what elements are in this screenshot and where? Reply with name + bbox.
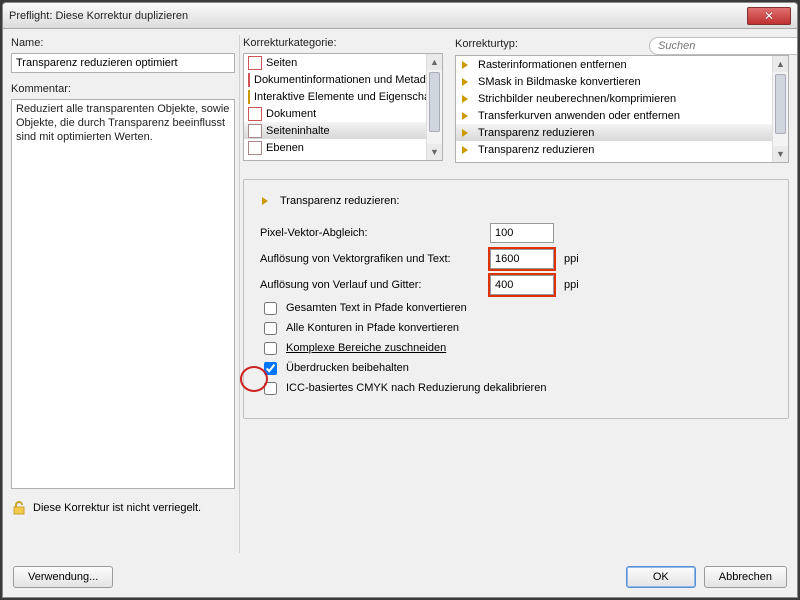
lock-row: Diese Korrektur ist nicht verriegelt. <box>11 500 235 516</box>
dialog-window: Preflight: Diese Korrektur duplizieren ✕… <box>2 2 798 598</box>
page-icon <box>248 73 250 87</box>
checkbox-row[interactable]: Gesamten Text in Pfade konvertieren <box>260 298 772 318</box>
name-label: Name: <box>11 37 235 49</box>
list-item[interactable]: Strichbilder neuberechnen/komprimieren <box>456 90 772 107</box>
search-input[interactable] <box>649 37 798 55</box>
right-area: Korrekturkategorie: Seiten Dokumentinfor… <box>243 37 789 553</box>
close-button[interactable]: ✕ <box>747 7 791 25</box>
layer-icon <box>248 141 262 155</box>
preserve-overprint-checkbox[interactable] <box>264 362 277 375</box>
list-item[interactable]: Ebenen <box>244 139 426 156</box>
arrow-icon <box>460 92 474 106</box>
arrow-icon <box>460 126 474 140</box>
params-panel: Transparenz reduzieren: Pixel-Vektor-Abg… <box>243 179 789 419</box>
params-title: Transparenz reduzieren: <box>280 195 399 207</box>
vector-res-input[interactable] <box>490 249 554 269</box>
outlines-to-paths-checkbox[interactable] <box>264 322 277 335</box>
scrollbar[interactable]: ▲▼ <box>772 56 788 162</box>
comment-label: Kommentar: <box>11 83 235 95</box>
arrow-icon <box>460 109 474 123</box>
content-icon <box>248 124 262 138</box>
gradient-res-input[interactable] <box>490 275 554 295</box>
arrow-icon <box>460 143 474 157</box>
unlock-icon <box>11 500 27 516</box>
category-list[interactable]: Seiten Dokumentinformationen und Metadat… <box>243 53 443 161</box>
checkbox-row[interactable]: Alle Konturen in Pfade konvertieren <box>260 318 772 338</box>
param-label: Auflösung von Vektorgrafiken und Text: <box>260 253 490 265</box>
cancel-button[interactable]: Abbrechen <box>704 566 787 588</box>
icc-cmyk-checkbox[interactable] <box>264 382 277 395</box>
unit-label: ppi <box>564 253 579 265</box>
interactive-icon <box>248 90 250 104</box>
list-item[interactable]: Dokumentinformationen und Metadaten <box>244 71 426 88</box>
category-label: Korrekturkategorie: <box>243 37 443 49</box>
checkbox-row[interactable]: ICC-basiertes CMYK nach Reduzierung deka… <box>260 378 772 398</box>
comment-textarea[interactable]: Reduziert alle transparenten Objekte, so… <box>11 99 235 489</box>
type-label: Korrekturtyp: <box>455 38 649 50</box>
list-item[interactable]: SMask in Bildmaske konvertieren <box>456 73 772 90</box>
clip-complex-checkbox[interactable] <box>264 342 277 355</box>
text-to-paths-checkbox[interactable] <box>264 302 277 315</box>
list-item[interactable]: Transferkurven anwenden oder entfernen <box>456 107 772 124</box>
unit-label: ppi <box>564 279 579 291</box>
pixel-vector-input[interactable] <box>490 223 554 243</box>
ok-button[interactable]: OK <box>626 566 696 588</box>
page-icon <box>248 56 262 70</box>
type-list[interactable]: Rasterinformationen entfernen SMask in B… <box>455 55 789 163</box>
arrow-icon <box>460 58 474 72</box>
list-item[interactable]: Rasterinformationen entfernen <box>456 56 772 73</box>
scrollbar[interactable]: ▲▼ <box>426 54 442 160</box>
list-item[interactable]: Seiten <box>244 54 426 71</box>
checkbox-row[interactable]: Überdrucken beibehalten <box>260 358 772 378</box>
titlebar: Preflight: Diese Korrektur duplizieren ✕ <box>3 3 797 29</box>
document-icon <box>248 107 262 121</box>
usage-button[interactable]: Verwendung... <box>13 566 113 588</box>
list-item[interactable]: Transparenz reduzieren <box>456 124 772 141</box>
left-column: Name: Kommentar: Reduziert alle transpar… <box>11 37 235 553</box>
arrow-icon <box>260 194 274 208</box>
list-item[interactable]: Interaktive Elemente und Eigenschaften <box>244 88 426 105</box>
separator <box>239 35 240 553</box>
list-item[interactable]: Dokument <box>244 105 426 122</box>
lock-text: Diese Korrektur ist nicht verriegelt. <box>33 502 201 514</box>
checkbox-row[interactable]: Komplexe Bereiche zuschneiden <box>260 338 772 358</box>
list-item[interactable]: Seiteninhalte <box>244 122 426 139</box>
param-label: Pixel-Vektor-Abgleich: <box>260 227 490 239</box>
name-input[interactable] <box>11 53 235 73</box>
arrow-icon <box>460 75 474 89</box>
param-label: Auflösung von Verlauf und Gitter: <box>260 279 490 291</box>
list-item[interactable]: Transparenz reduzieren <box>456 141 772 158</box>
window-title: Preflight: Diese Korrektur duplizieren <box>9 10 747 22</box>
footer: Verwendung... OK Abbrechen <box>3 557 797 597</box>
